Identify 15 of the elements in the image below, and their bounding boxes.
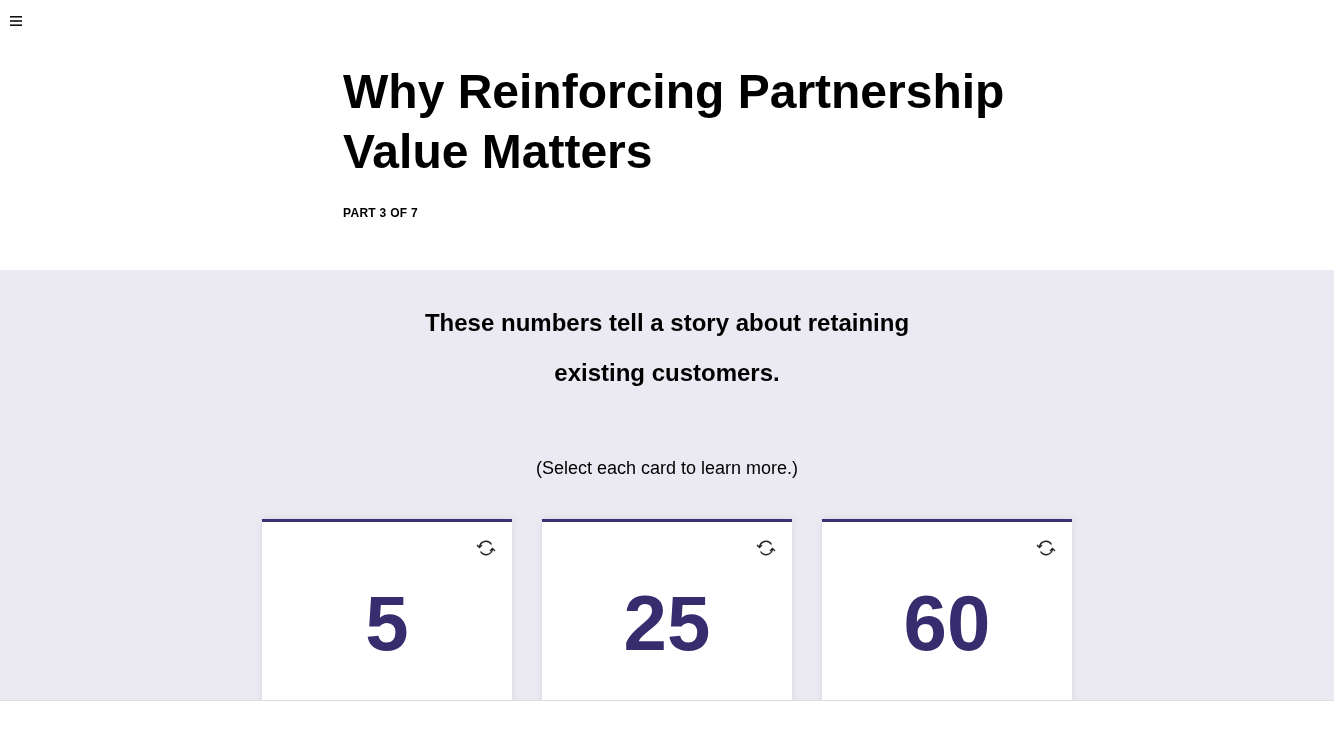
menu-icon	[9, 15, 23, 27]
section-heading: These numbers tell a story about retaining existing customers.	[423, 308, 911, 388]
page-title: Why Reinforcing Partnership Value Matters	[343, 64, 1006, 180]
instruction-text: (Select each card to learn more.)	[535, 458, 799, 479]
part-label: PART 3 OF 7	[343, 206, 419, 220]
card-number: 5	[365, 584, 409, 662]
flip-card[interactable]: 60	[822, 519, 1072, 700]
card-number: 25	[623, 584, 711, 662]
flip-icon	[756, 539, 776, 557]
flip-card[interactable]: 5	[262, 519, 512, 700]
card-number: 60	[903, 584, 991, 662]
flip-icon	[1036, 539, 1056, 557]
menu-button[interactable]	[9, 15, 23, 27]
flip-icon	[476, 539, 496, 557]
flip-card[interactable]: 25	[542, 519, 792, 700]
